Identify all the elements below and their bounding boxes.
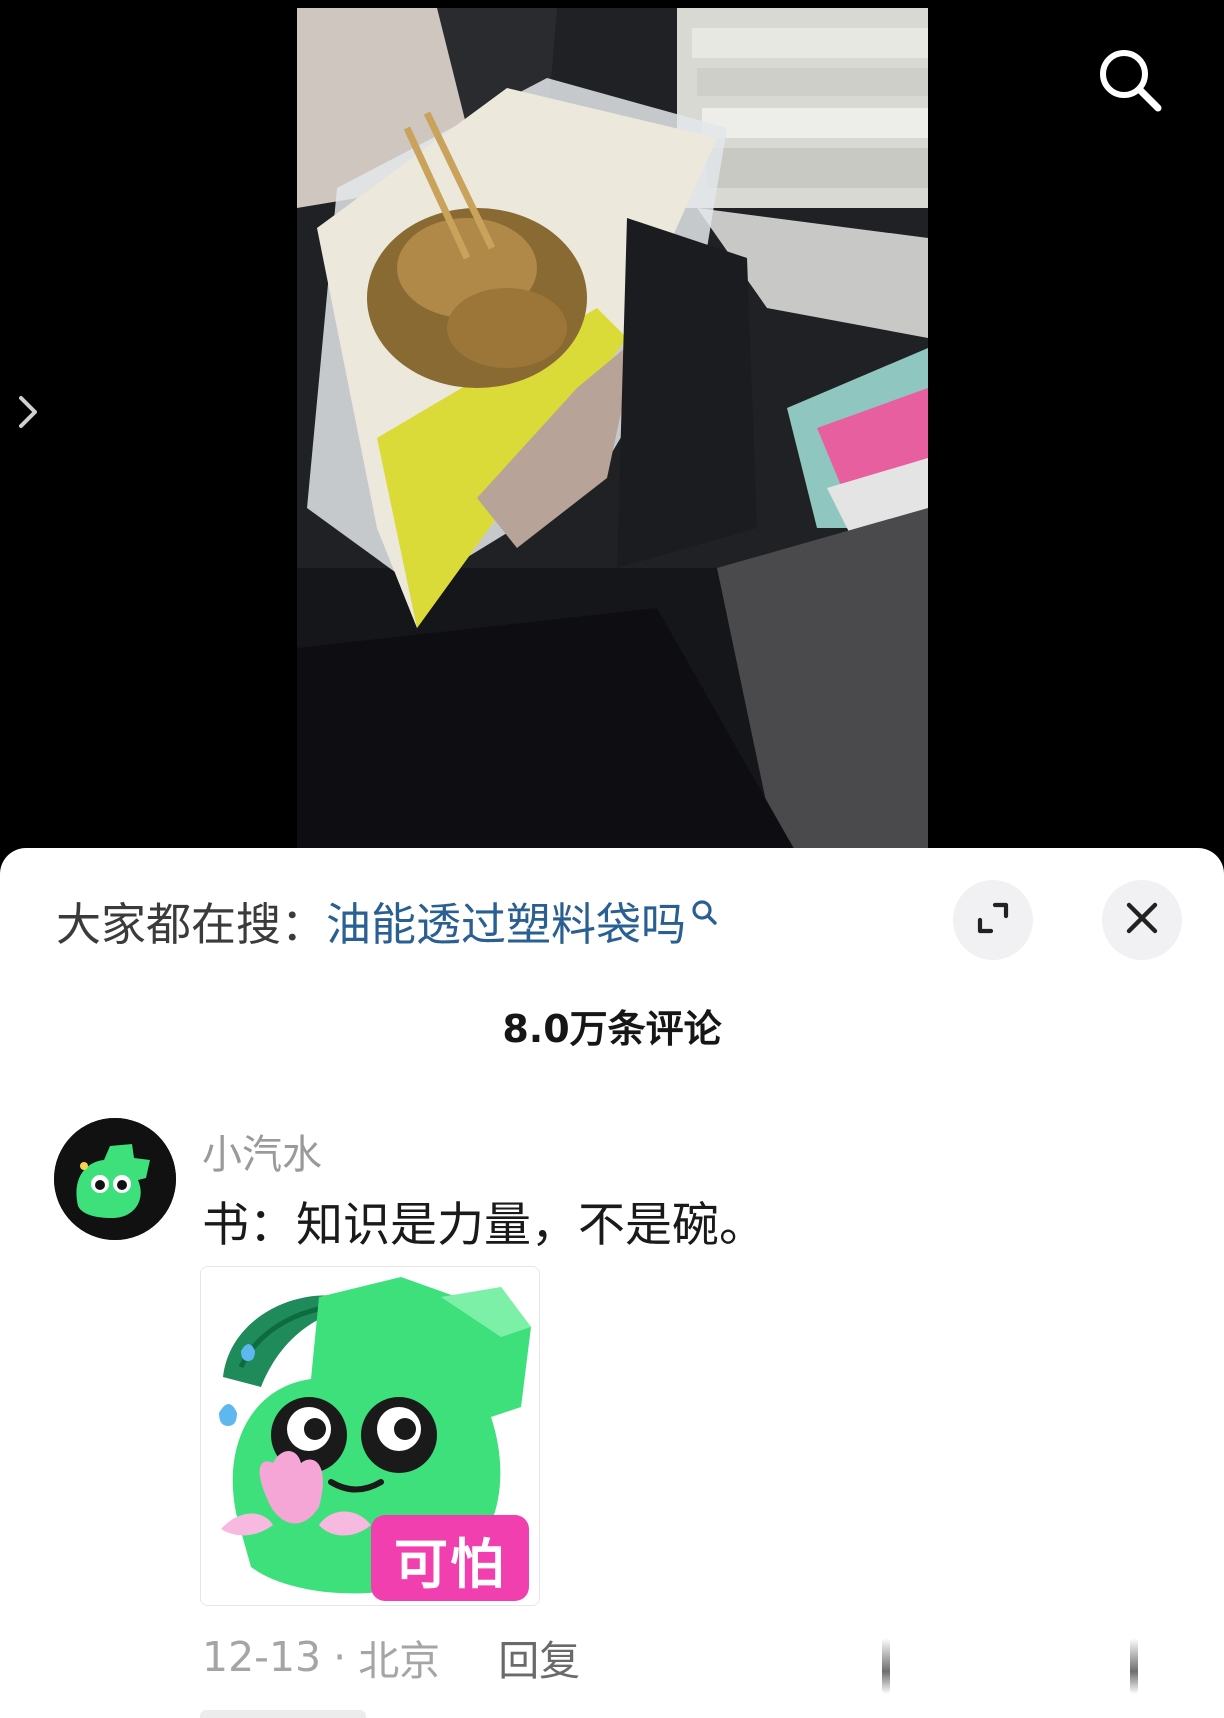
sticker-label: 可怕 [394,1532,506,1596]
search-icon [1094,44,1166,120]
search-icon [690,884,718,937]
video-still-image [297,8,928,854]
comment-sheet: 大家都在搜： 油能透过塑料袋吗 8.0万条评论 小汽水 书：知识是力量，不是碗。… [0,848,1224,1718]
video-player[interactable] [0,0,1224,854]
search-button[interactable] [1090,42,1170,122]
comment-meta: 12-13 · 北京 回复 [202,1627,580,1687]
comment-sticker-image[interactable]: 可怕 [200,1266,540,1606]
expand-icon [973,898,1013,942]
comment-location: 北京 [358,1637,441,1685]
reply-button[interactable]: 回复 [498,1627,580,1687]
video-frame[interactable] [297,8,928,854]
comment-date: 12-13 [202,1633,322,1681]
trending-search-bar: 大家都在搜： 油能透过塑料袋吗 [56,892,718,951]
side-panel-toggle[interactable] [8,390,48,438]
trending-search-query[interactable]: 油能透过塑料袋吗 [326,888,686,953]
chevron-right-icon [15,392,41,436]
comment-count: 8.0万条评论 [502,1007,722,1051]
close-icon [1124,900,1160,940]
comment-item: 小汽水 书：知识是力量，不是碗。 可怕 12-13 · 北京 回复 [54,1118,1204,1718]
trending-search-prefix: 大家都在搜： [56,897,327,951]
trending-search-link[interactable]: 油能透过塑料袋吗 [326,888,718,953]
avatar[interactable] [54,1118,176,1240]
close-button[interactable] [1102,880,1182,960]
screen: 大家都在搜： 油能透过塑料袋吗 8.0万条评论 小汽水 书：知识是力量，不是碗。… [0,0,1224,1718]
expand-button[interactable] [953,880,1033,960]
next-comment-tag [200,1710,366,1718]
meta-separator: · [333,1633,347,1681]
comment-text: 书：知识是力量，不是碗。 [202,1198,766,1253]
comment-username[interactable]: 小汽水 [202,1122,322,1180]
dislike-button[interactable] [1130,1638,1138,1694]
like-button[interactable] [882,1638,890,1694]
